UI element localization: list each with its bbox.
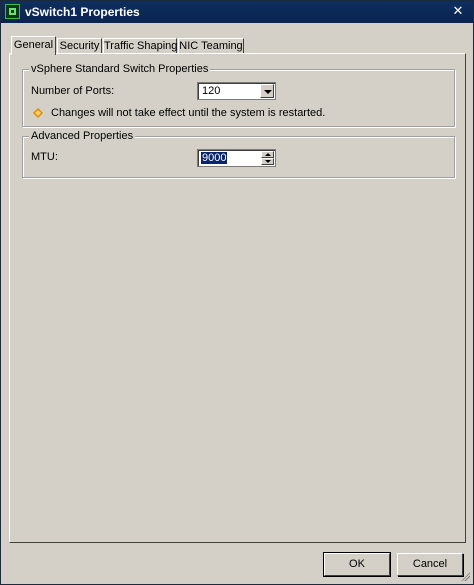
spin-down-icon[interactable] [261, 158, 274, 165]
mtu-stepper[interactable]: 9000 [197, 149, 276, 167]
ports-value: 120 [202, 85, 221, 97]
title-bar[interactable]: vSwitch1 Properties ✕ [1, 1, 473, 23]
warning-icon [33, 108, 43, 118]
tab-security[interactable]: Security [57, 38, 102, 54]
ok-button[interactable]: OK [323, 552, 391, 577]
tab-general[interactable]: General [11, 36, 56, 55]
resize-grip-icon[interactable] [460, 571, 470, 581]
group-legend: Advanced Properties [29, 130, 136, 142]
window-title: vSwitch1 Properties [25, 5, 140, 19]
tab-nic-teaming[interactable]: NIC Teaming [178, 38, 244, 54]
advanced-properties-group: Advanced Properties MTU: 9000 [22, 130, 455, 178]
restart-warning-text: Changes will not take effect until the s… [51, 107, 326, 119]
tab-traffic-shaping[interactable]: Traffic Shaping [103, 38, 177, 54]
mtu-spin-buttons [261, 151, 274, 165]
cancel-button[interactable]: Cancel [397, 553, 463, 576]
vswitch-icon [5, 4, 20, 19]
tab-label: General [13, 39, 54, 51]
standard-switch-group: vSphere Standard Switch Properties Numbe… [22, 63, 455, 127]
properties-dialog: vSwitch1 Properties ✕ General Security T… [0, 0, 474, 585]
tab-label: Security [59, 40, 100, 52]
general-tab-panel: vSphere Standard Switch Properties Numbe… [9, 53, 466, 543]
tab-label: NIC Teaming [179, 40, 243, 52]
mtu-label: MTU: [31, 151, 58, 163]
chevron-down-icon[interactable] [260, 84, 274, 98]
ports-label: Number of Ports: [31, 85, 115, 97]
close-icon: ✕ [452, 4, 464, 19]
tab-label: Traffic Shaping [104, 40, 178, 52]
close-button[interactable]: ✕ [450, 4, 466, 19]
ports-select[interactable]: 120 [197, 82, 276, 100]
group-legend: vSphere Standard Switch Properties [29, 63, 211, 75]
spin-up-icon[interactable] [261, 151, 274, 158]
mtu-value[interactable]: 9000 [201, 152, 228, 164]
